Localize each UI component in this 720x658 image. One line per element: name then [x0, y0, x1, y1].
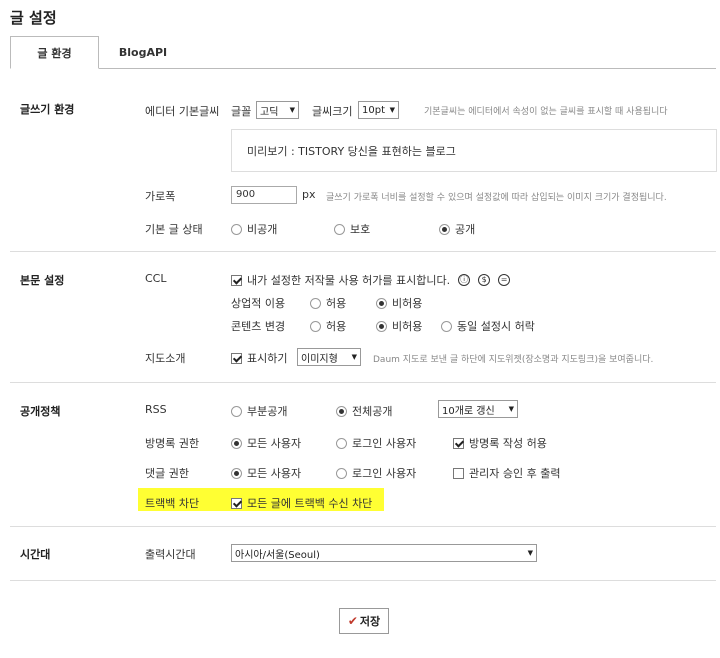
section-divider [10, 382, 716, 383]
chevron-down-icon: ▼ [351, 353, 357, 361]
modify-allow-option[interactable]: 허용 [310, 318, 346, 334]
rss-count-select[interactable]: 10개로 갱신 ▼ [438, 400, 518, 418]
radio-selected-icon[interactable] [231, 437, 242, 449]
font-select-value: 고딕 [260, 106, 279, 118]
section-title-public: 공개정책 [20, 405, 61, 418]
timezone-select[interactable]: 아시아/서울(Seoul) ▼ [231, 544, 537, 562]
tab-writing-env[interactable]: 글 환경 [10, 36, 99, 69]
commercial-use-label: 상업적 이용 [231, 297, 286, 310]
guestbook-login-users-option[interactable]: 로그인 사용자 [336, 435, 416, 451]
noderivatives-icon: = [498, 274, 511, 286]
section-divider [10, 526, 716, 527]
section-divider [10, 251, 716, 252]
noncommercial-icon: $ [478, 274, 491, 286]
checkbox-checked-icon[interactable] [231, 274, 242, 286]
commercial-deny-option[interactable]: 비허용 [376, 295, 422, 311]
radio-selected-icon[interactable] [376, 320, 387, 332]
chevron-down-icon: ▼ [508, 405, 514, 413]
radio-icon[interactable] [310, 297, 321, 309]
section-title-writing: 글쓰기 환경 [20, 103, 75, 116]
font-size-select-value: 10pt [362, 104, 385, 116]
timezone-label: 출력시간대 [145, 548, 196, 561]
modify-share-alike-option[interactable]: 동일 설정시 허락 [441, 318, 535, 334]
width-input[interactable]: 900 [231, 186, 297, 204]
guestbook-permission-label: 방명록 권한 [145, 437, 200, 450]
map-hint: Daum 지도로 보낸 글 하단에 지도위젯(장소명과 지도링크)을 보여줍니다… [373, 355, 654, 365]
ccl-checkbox-option[interactable]: 내가 설정한 저작물 사용 허가를 표시합니다. ⓘ $ = [231, 272, 511, 288]
checkbox-checked-icon[interactable] [231, 352, 242, 364]
radio-icon[interactable] [336, 437, 347, 449]
chevron-down-icon: ▼ [527, 549, 533, 557]
checkbox-checked-icon[interactable] [231, 497, 242, 509]
width-unit: px [302, 188, 316, 201]
comment-all-users-option[interactable]: 모든 사용자 [231, 465, 301, 481]
state-private-option[interactable]: 비공개 [231, 221, 277, 237]
save-button[interactable]: ✔ 저장 [339, 608, 389, 634]
commercial-allow-option[interactable]: 허용 [310, 295, 346, 311]
rss-partial-option[interactable]: 부분공개 [231, 403, 287, 419]
width-label: 가로폭 [145, 190, 176, 203]
radio-icon[interactable] [310, 320, 321, 332]
width-hint: 글쓰기 가로폭 너비를 설정할 수 있으며 설정값에 따라 삽입되는 이미지 크… [326, 193, 667, 203]
editor-font-label: 에디터 기본글씨 [145, 105, 220, 118]
modify-deny-option[interactable]: 비허용 [376, 318, 422, 334]
map-show-option[interactable]: 표시하기 [231, 350, 287, 366]
map-type-select[interactable]: 이미지형 ▼ [297, 348, 361, 366]
radio-icon[interactable] [231, 405, 242, 417]
page-title: 글 설정 [10, 9, 57, 27]
map-intro-label: 지도소개 [145, 352, 186, 365]
rss-full-option[interactable]: 전체공개 [336, 403, 392, 419]
comment-login-users-option[interactable]: 로그인 사용자 [336, 465, 416, 481]
comment-approval-option[interactable]: 관리자 승인 후 출력 [453, 465, 560, 481]
radio-selected-icon[interactable] [439, 223, 450, 235]
checkbox-icon[interactable] [453, 467, 464, 479]
comment-permission-label: 댓글 권한 [145, 467, 189, 480]
font-size-select[interactable]: 10pt ▼ [358, 101, 399, 119]
tab-blogapi[interactable]: BlogAPI [100, 36, 186, 69]
font-preview-box: 미리보기 : TISTORY 당신을 표현하는 블로그 [231, 129, 717, 172]
trackback-block-label: 트랙백 차단 [145, 497, 200, 510]
font-select[interactable]: 고딕 ▼ [256, 101, 299, 119]
trackback-block-option[interactable]: 모든 글에 트랙백 수신 차단 [231, 495, 372, 511]
chevron-down-icon: ▼ [289, 106, 295, 114]
radio-icon[interactable] [231, 223, 242, 235]
font-label: 글꼴 [231, 105, 252, 118]
radio-icon[interactable] [336, 467, 347, 479]
section-title-body: 본문 설정 [20, 274, 65, 287]
radio-selected-icon[interactable] [231, 467, 242, 479]
radio-icon[interactable] [334, 223, 345, 235]
radio-icon[interactable] [441, 320, 452, 332]
content-modify-label: 콘텐츠 변경 [231, 320, 286, 333]
guestbook-allow-option[interactable]: 방명록 작성 허용 [453, 435, 547, 451]
state-public-option[interactable]: 공개 [439, 221, 475, 237]
section-title-timezone: 시간대 [20, 548, 51, 561]
ccl-label: CCL [145, 272, 167, 285]
chevron-down-icon: ▼ [389, 106, 395, 114]
state-protected-option[interactable]: 보호 [334, 221, 370, 237]
editor-font-hint: 기본글씨는 에디터에서 속성이 없는 글씨를 표시할 때 사용됩니다 [424, 107, 668, 117]
checkbox-checked-icon[interactable] [453, 437, 464, 449]
default-state-label: 기본 글 상태 [145, 223, 203, 236]
guestbook-all-users-option[interactable]: 모든 사용자 [231, 435, 301, 451]
radio-selected-icon[interactable] [376, 297, 387, 309]
radio-selected-icon[interactable] [336, 405, 347, 417]
font-size-label: 글씨크기 [312, 105, 353, 118]
attribution-icon: ⓘ [458, 274, 471, 286]
rss-label: RSS [145, 403, 167, 416]
check-icon: ✔ [347, 614, 358, 628]
section-divider [10, 580, 716, 581]
